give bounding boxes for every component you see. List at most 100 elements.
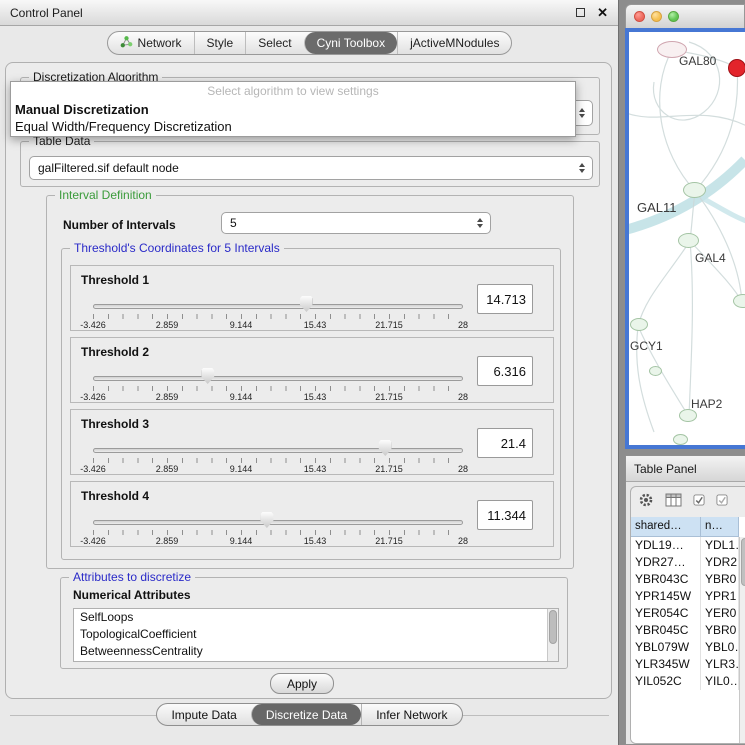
table-cell[interactable]: YPR1… [701,588,739,605]
float-window-icon[interactable] [576,8,585,17]
table-cell[interactable]: YDL19… [631,537,701,554]
interval-definition-group: Interval Definition Number of Intervals … [46,195,574,569]
table-cell[interactable]: YER0… [701,605,739,622]
table-panel-titlebar: Table Panel [626,456,745,482]
table-scrollbar-thumb[interactable] [741,538,745,586]
slider-thumb[interactable] [201,368,214,384]
slider-track[interactable] [93,304,463,309]
tick-label: 21.715 [375,536,403,546]
table-cell[interactable]: YBR043C [631,571,701,588]
columns-icon[interactable] [665,493,682,512]
tab-impute-data-label: Impute Data [171,708,236,722]
slider-thumb[interactable] [300,296,313,312]
network-tab-icon [120,35,133,51]
node[interactable] [673,434,688,445]
table-data-combobox-value: galFiltered.sif default node [38,161,179,175]
node-label-gal80: GAL80 [679,54,716,68]
slider-thumb[interactable] [379,440,392,456]
close-icon[interactable]: ✕ [597,6,608,19]
interval-definition-group-title: Interval Definition [55,188,156,203]
thresholds-group: Threshold's Coordinates for 5 Intervals … [61,248,561,560]
threshold-2-value-field[interactable] [477,356,533,386]
tick-label: 9.144 [230,536,253,546]
threshold-3-slider: -3.426 2.859 9.144 15.43 21.715 28 [93,438,463,476]
table-cell[interactable]: YIL052C [631,673,701,690]
threshold-2-label: Threshold 2 [81,345,149,359]
table-cell[interactable]: YPR145W [631,588,701,605]
tab-cyni-toolbox[interactable]: Cyni Toolbox [304,32,397,54]
table-cell[interactable]: YBL0… [701,639,739,656]
threshold-1-value-field[interactable] [477,284,533,314]
slider-track[interactable] [93,376,463,381]
tab-select-label: Select [258,36,291,50]
popup-item-equal-width-frequency[interactable]: Equal Width/Frequency Discretization [11,118,575,135]
slider-track[interactable] [93,520,463,525]
tab-select[interactable]: Select [245,32,303,54]
table-cell[interactable]: YER054C [631,605,701,622]
threshold-4-value-field[interactable] [477,500,533,530]
table-cell[interactable]: YLR3… [701,656,739,673]
tick-label: 2.859 [156,392,179,402]
tab-network[interactable]: Network [108,32,194,54]
algorithm-dropdown-popup: Select algorithm to view settings Manual… [10,81,576,137]
table-cell[interactable]: YBR0… [701,622,739,639]
node[interactable] [649,366,662,376]
bottom-tabstrip: Impute Data Discretize Data Infer Networ… [156,703,462,726]
table-scrollbar[interactable] [739,537,745,743]
list-item[interactable]: TopologicalCoefficient [74,626,558,643]
popup-item-manual-discretization[interactable]: Manual Discretization [11,101,575,118]
table-cell[interactable]: YLR345W [631,656,701,673]
slider-thumb[interactable] [260,512,273,528]
list-scrollbar-thumb[interactable] [549,610,557,644]
mac-minimize-icon[interactable] [651,11,662,22]
select-all-check-icon[interactable] [693,493,705,511]
select-none-check-icon[interactable] [716,493,728,511]
node-label-hap2: HAP2 [691,397,722,411]
tick-label: 2.859 [156,320,179,330]
column-header-name[interactable]: n… [701,517,739,537]
table-data-combobox[interactable]: galFiltered.sif default node [29,156,593,180]
table-header-row: shared… n… [631,517,745,537]
apply-button[interactable]: Apply [270,673,334,694]
table-toolbar [631,487,745,517]
node-red-selected[interactable] [728,59,745,77]
tick-label: 28 [458,464,468,474]
mac-close-icon[interactable] [634,11,645,22]
network-canvas[interactable]: GAL80 GAL11 GAL4 GCY1 HAP2 [629,32,745,445]
tab-discretize-data[interactable]: Discretize Data [251,704,361,725]
node-gcy1[interactable] [630,318,648,331]
tab-style[interactable]: Style [194,32,246,54]
table-cell[interactable]: YIL0… [701,673,739,690]
tab-discretize-data-label: Discretize Data [266,708,347,722]
tick-label: 15.43 [304,536,327,546]
table-cell[interactable]: YBR0… [701,571,739,588]
slider-tick-labels: -3.426 2.859 9.144 15.43 21.715 28 [93,320,463,331]
column-header-shared-name[interactable]: shared… [631,517,701,537]
table-cell[interactable]: YDR2… [701,554,739,571]
node-gal4[interactable] [678,233,699,248]
threshold-3-box: Threshold 3 -3.426 2.859 9.144 15.43 21.… [70,409,554,475]
tab-infer-network[interactable]: Infer Network [361,704,461,725]
slider-track[interactable] [93,448,463,453]
algorithm-popup-hint: Select algorithm to view settings [11,82,575,101]
list-item[interactable]: SelfLoops [74,609,558,626]
threshold-4-slider: -3.426 2.859 9.144 15.43 21.715 28 [93,510,463,548]
table-cell[interactable]: YBL079W [631,639,701,656]
tick-label: 9.144 [230,464,253,474]
table-cell[interactable]: YDR27… [631,554,701,571]
number-of-intervals-combobox[interactable]: 5 [221,212,491,234]
table-cell[interactable]: YBR045C [631,622,701,639]
screen: Control Panel ✕ [0,0,745,745]
gear-icon[interactable] [638,492,654,513]
list-item[interactable]: BetweennessCentrality [74,643,558,660]
table-cell[interactable]: YDL1… [701,537,739,554]
tab-impute-data[interactable]: Impute Data [157,704,250,725]
node-gal11[interactable] [683,182,706,198]
tab-jactivemnodules[interactable]: jActiveMNodules [397,32,511,54]
table-panel-window: Table Panel [625,455,745,745]
list-scrollbar[interactable] [547,609,558,661]
threshold-3-value-field[interactable] [477,428,533,458]
mac-zoom-icon[interactable] [668,11,679,22]
table-row: YPR145W YPR1… [631,588,745,605]
numerical-attributes-list: SelfLoops TopologicalCoefficient Between… [73,608,559,662]
